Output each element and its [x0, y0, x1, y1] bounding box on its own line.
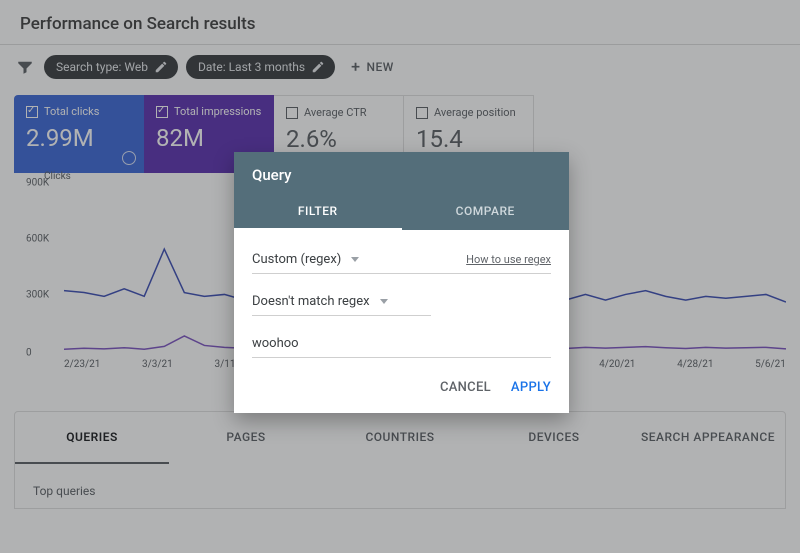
dialog-tab-filter[interactable]: FILTER — [234, 194, 402, 230]
chevron-down-icon — [380, 299, 388, 304]
regex-input[interactable] — [252, 330, 551, 358]
dialog-tab-compare[interactable]: COMPARE — [402, 194, 570, 230]
cancel-button[interactable]: CANCEL — [440, 380, 491, 395]
regex-help-link[interactable]: How to use regex — [466, 253, 551, 266]
chevron-down-icon — [351, 257, 359, 262]
apply-button[interactable]: APPLY — [511, 380, 551, 395]
dialog-title: Query — [234, 152, 569, 194]
match-type-select[interactable]: Doesn't match regex — [252, 294, 388, 309]
filter-type-select[interactable]: Custom (regex) — [252, 252, 359, 267]
query-filter-dialog: Query FILTER COMPARE Custom (regex) How … — [234, 152, 569, 413]
